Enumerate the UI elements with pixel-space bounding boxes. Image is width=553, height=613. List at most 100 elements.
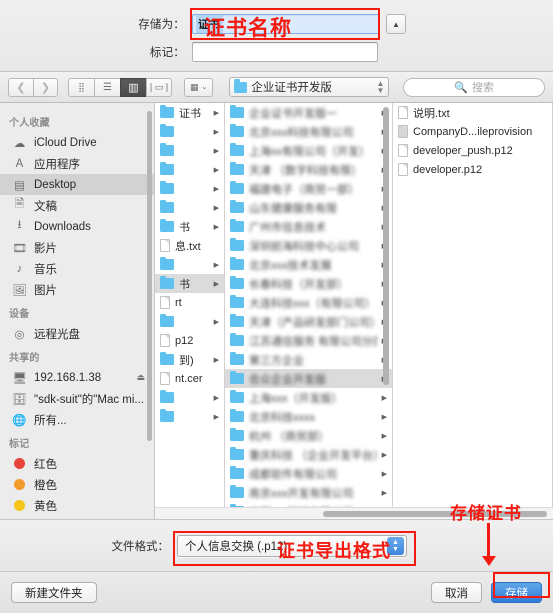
list-view-button[interactable]: ☰ bbox=[94, 77, 120, 97]
search-placeholder: 搜索 bbox=[472, 82, 495, 94]
file-row[interactable]: ▶ bbox=[155, 388, 224, 407]
file-row[interactable]: 深圳前海科技中心公司▶ bbox=[225, 236, 392, 255]
chevron-right-icon[interactable]: ❯ bbox=[33, 77, 58, 97]
gallery-view-button[interactable]: ❘▭❘ bbox=[146, 77, 172, 97]
chevron-left-icon[interactable]: ❮ bbox=[8, 77, 33, 97]
file-name: 天津 （数字科技有限） bbox=[249, 164, 363, 177]
file-row[interactable]: 上海xxx（开发版） ▶ bbox=[225, 388, 392, 407]
folder-icon bbox=[160, 313, 174, 327]
file-row[interactable]: ▶ bbox=[155, 179, 224, 198]
file-name: 到) bbox=[179, 354, 194, 367]
sidebar-item-icloud-drive[interactable]: ☁ iCloud Drive bbox=[0, 132, 154, 153]
search-input[interactable]: 🔍 搜索 bbox=[403, 77, 545, 97]
file-row[interactable]: ▶ bbox=[155, 407, 224, 426]
file-row[interactable]: 到) ▶ bbox=[155, 350, 224, 369]
file-row[interactable]: 书 ▶ bbox=[155, 274, 224, 293]
folder-icon bbox=[160, 104, 174, 118]
file-row[interactable]: 广州市信息技术▶ bbox=[225, 217, 392, 236]
path-dropdown[interactable]: 企业证书开发版 ▲ ▼ bbox=[229, 77, 390, 97]
file-row[interactable]: ▶ bbox=[155, 255, 224, 274]
document-icon bbox=[160, 239, 170, 252]
eject-icon[interactable]: ⏏ bbox=[136, 372, 145, 383]
file-row[interactable]: 证书 ▶ bbox=[155, 103, 224, 122]
sidebar-item-sdk-suit-mac-mi[interactable]: 🗄 "sdk-suit"的"Mac mi... bbox=[0, 388, 154, 409]
tags-input[interactable] bbox=[192, 42, 378, 62]
file-row[interactable]: ▶ bbox=[155, 198, 224, 217]
file-name: 长春科技（开发部） bbox=[249, 278, 348, 291]
file-row[interactable]: developer_push.p12 bbox=[393, 141, 552, 160]
sidebar-item-desktop[interactable]: ▤ Desktop bbox=[0, 174, 154, 195]
file-name: 第三方企业 bbox=[249, 354, 304, 367]
folder-icon bbox=[160, 218, 174, 232]
file-format-label: 文件格式： bbox=[111, 540, 170, 553]
file-row[interactable]: 上海xx有限公司（开发）▶ bbox=[225, 141, 392, 160]
sidebar-item-[interactable]: 橙色 bbox=[0, 474, 154, 495]
file-name: CompanyD...ileprovision bbox=[413, 125, 533, 138]
file-row[interactable]: 江苏通信服务 有限公司分部▶ bbox=[225, 331, 392, 350]
file-row[interactable]: 说明.txt bbox=[393, 103, 552, 122]
chevron-right-icon: ▶ bbox=[381, 489, 387, 497]
sidebar-item-label: 音乐 bbox=[34, 263, 57, 276]
file-row[interactable]: 北京科技xxxx ▶ bbox=[225, 407, 392, 426]
desktop-icon: ▤ bbox=[14, 179, 25, 192]
sidebar-scrollbar[interactable] bbox=[147, 111, 152, 441]
file-row[interactable]: 南京xxx开发有限公司 ▶ bbox=[225, 483, 392, 502]
file-row[interactable]: 山东健康服务有限▶ bbox=[225, 198, 392, 217]
column-2-scrollbar[interactable] bbox=[383, 107, 389, 385]
file-row[interactable]: 杭州 （商贸部） ▶ bbox=[225, 426, 392, 445]
file-row[interactable]: p12 bbox=[155, 331, 224, 350]
file-row[interactable]: 书 ▶ bbox=[155, 217, 224, 236]
file-row[interactable]: 北京xxx技术发展▶ bbox=[225, 255, 392, 274]
folder-icon bbox=[230, 123, 244, 137]
file-row[interactable]: 长春科技（开发部）▶ bbox=[225, 274, 392, 293]
folder-icon bbox=[230, 389, 244, 403]
sidebar-item-[interactable]: 红色 bbox=[0, 453, 154, 474]
sidebar-item-[interactable]: 🖼 图片 bbox=[0, 279, 154, 300]
file-row[interactable]: developer.p12 bbox=[393, 160, 552, 179]
file-row[interactable]: 合众企业开发版▶ bbox=[225, 369, 392, 388]
chevron-right-icon: ▶ bbox=[213, 128, 219, 136]
sidebar-item-192-168-1-38[interactable]: 🖥 192.168.1.38 ⏏ bbox=[0, 367, 154, 388]
server-icon: 🗄 bbox=[12, 393, 27, 406]
dialog-footer: 新建文件夹 取消 存储 bbox=[0, 571, 553, 613]
new-folder-button[interactable]: 新建文件夹 bbox=[11, 582, 97, 603]
file-row[interactable]: 天津（产品研发部门公司）▶ bbox=[225, 312, 392, 331]
sidebar-item-[interactable]: 🗎 文稿 bbox=[0, 195, 154, 216]
file-row[interactable]: ▶ bbox=[155, 160, 224, 179]
file-row[interactable]: 北京xxx科技有限公司▶ bbox=[225, 122, 392, 141]
file-format-dropdown[interactable]: 个人信息交换 (.p12) ▲ ▼ bbox=[177, 534, 407, 557]
file-row[interactable]: 成都软件有限公司 ▶ bbox=[225, 464, 392, 483]
sidebar-item-[interactable]: A 应用程序 bbox=[0, 153, 154, 174]
file-row[interactable]: 第三方企业▶ bbox=[225, 350, 392, 369]
provision-icon bbox=[398, 125, 408, 138]
file-row[interactable]: ▶ bbox=[155, 312, 224, 331]
file-row[interactable]: rt bbox=[155, 293, 224, 312]
chevron-up-icon[interactable]: ▲ bbox=[386, 14, 406, 34]
folder-icon bbox=[160, 351, 174, 365]
sidebar-item-[interactable]: ♪ 音乐 bbox=[0, 258, 154, 279]
sidebar-item-[interactable]: 黄色 bbox=[0, 495, 154, 516]
icon-view-button[interactable]: ⣿ bbox=[68, 77, 94, 97]
sidebar-item-[interactable]: 🎞 影片 bbox=[0, 237, 154, 258]
horizontal-scrollbar[interactable] bbox=[155, 507, 553, 519]
file-row[interactable]: CompanyD...ileprovision bbox=[393, 122, 552, 141]
cancel-button[interactable]: 取消 bbox=[431, 582, 482, 603]
sidebar-item-downloads[interactable]: ⭳ Downloads bbox=[0, 216, 154, 237]
file-row[interactable]: 大连科技xxx（有限公司）▶ bbox=[225, 293, 392, 312]
file-row[interactable]: 息.txt bbox=[155, 236, 224, 255]
save-button[interactable]: 存储 bbox=[491, 582, 542, 603]
horizontal-scroll-thumb[interactable] bbox=[323, 511, 547, 517]
sidebar-item-[interactable]: 🌐 所有... bbox=[0, 409, 154, 430]
column-view-button[interactable]: ▥ bbox=[120, 77, 146, 97]
file-row[interactable]: 重庆科技 （企业开发平台） ▶ bbox=[225, 445, 392, 464]
file-row[interactable]: 福建电子（商贸一部）▶ bbox=[225, 179, 392, 198]
file-row[interactable]: nt.cer bbox=[155, 369, 224, 388]
file-row[interactable]: ▶ bbox=[155, 141, 224, 160]
file-row[interactable]: 天津 （数字科技有限）▶ bbox=[225, 160, 392, 179]
sidebar-item-[interactable]: ◎ 远程光盘 bbox=[0, 323, 154, 344]
filename-input[interactable]: 证书 bbox=[192, 14, 380, 34]
documents-icon: 🗎 bbox=[14, 198, 25, 210]
arrange-button[interactable]: ▦ ⌄ bbox=[184, 77, 214, 97]
file-row[interactable]: 企业证书开发版一▶ bbox=[225, 103, 392, 122]
file-row[interactable]: ▶ bbox=[155, 122, 224, 141]
